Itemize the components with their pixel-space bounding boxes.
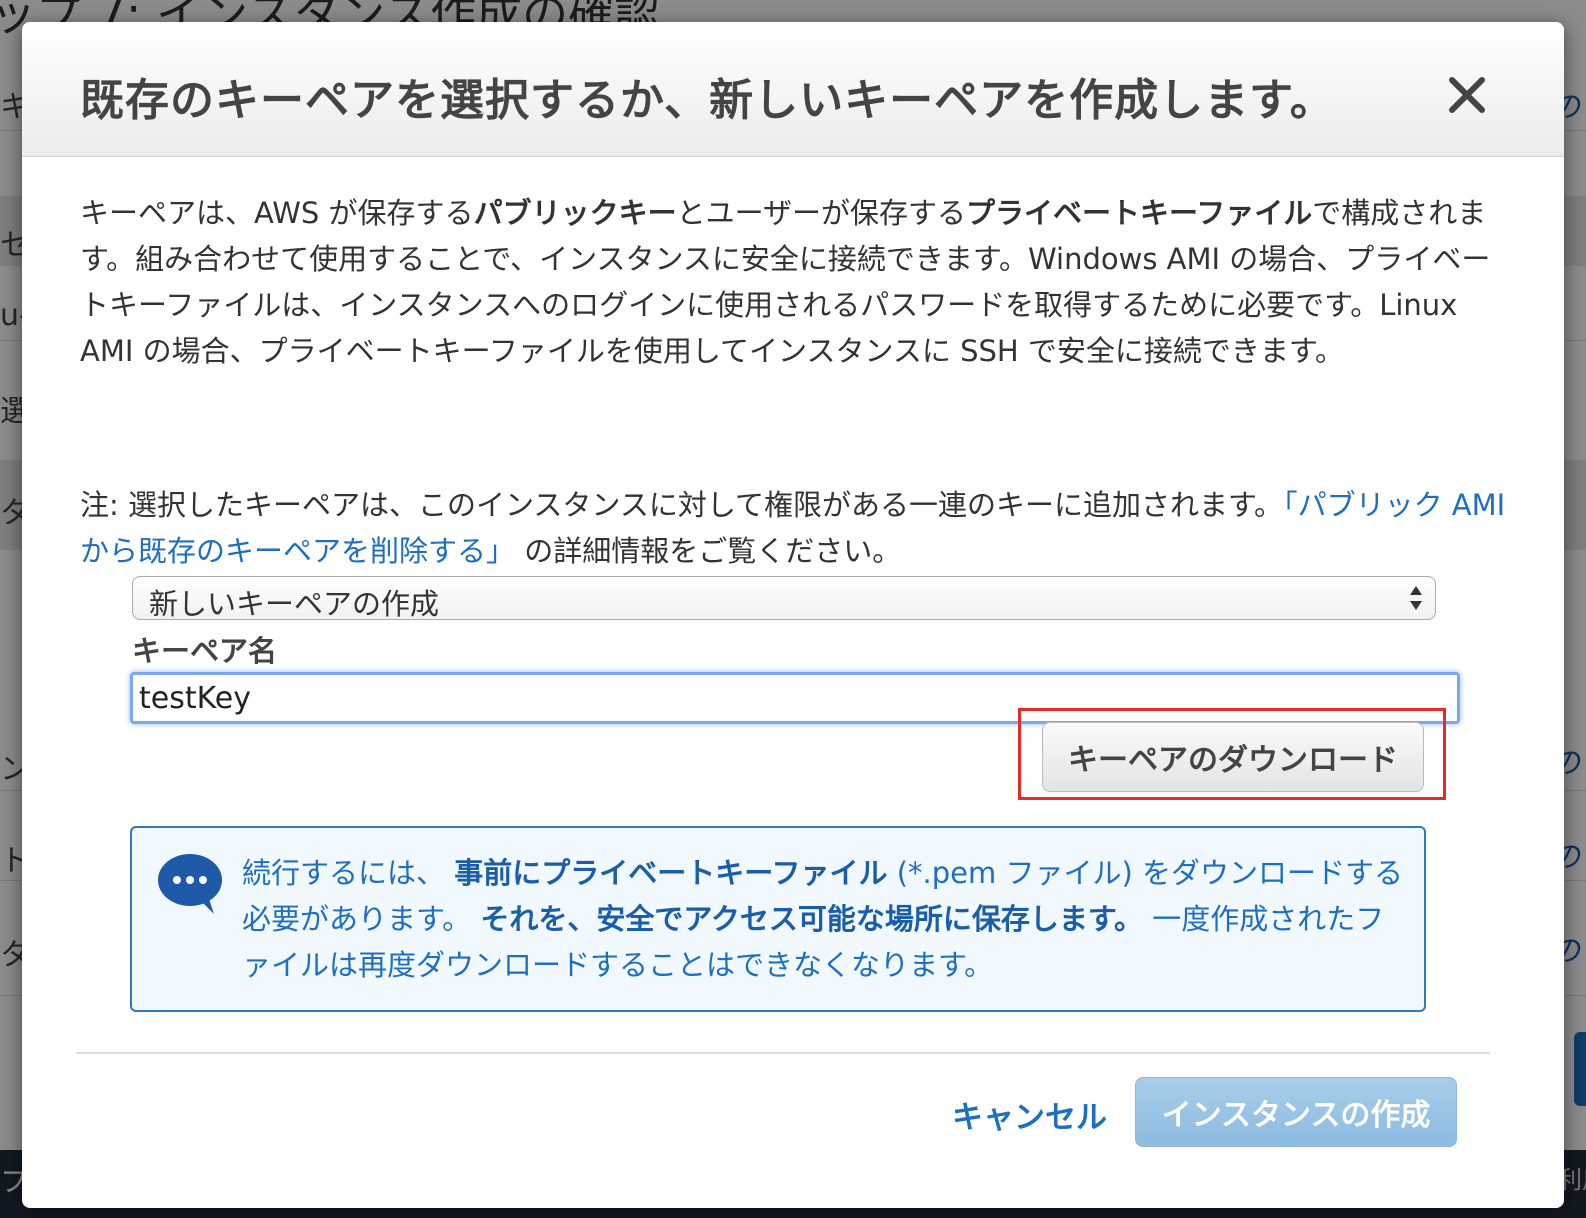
description-bold-text: プライベートキーファイル [966,196,1313,230]
footer-divider [76,1052,1490,1054]
select-arrows-icon [1410,586,1422,610]
note-text: 注: 選択したキーペアは、このインスタンスに対して権限がある一連のキーに追加され… [80,488,1284,522]
dialog-header: 既存のキーペアを選択するか、新しいキーペアを作成します。 [22,22,1564,157]
select-value: 新しいキーペアの作成 [149,587,440,621]
info-bold-text: 事前にプライベートキーファイル [454,856,888,890]
description-text: とユーザーが保存する [676,196,966,230]
key-pair-description: キーペアは、AWS が保存するパブリックキーとユーザーが保存するプライベートキー… [80,190,1510,374]
key-pair-dialog: 既存のキーペアを選択するか、新しいキーペアを作成します。 キーペアは、AWS が… [22,22,1564,1208]
key-pair-name-label: キーペア名 [132,634,278,668]
chat-bubble-icon [158,854,222,914]
note-text: の詳細情報をご覧ください。 [515,534,902,568]
info-text: 続行するには、 [242,856,455,890]
close-icon[interactable] [1442,70,1492,120]
key-pair-note: 注: 選択したキーペアは、このインスタンスに対して権限がある一連のキーに追加され… [80,482,1510,574]
dialog-title: 既存のキーペアを選択するか、新しいキーペアを作成します。 [80,75,1335,126]
info-bold-text: それを、安全でアクセス可能な場所に保存します。 [480,902,1143,936]
info-message-text: 続行するには、 事前にプライベートキーファイル (*.pem ファイル) をダウ… [242,850,1412,988]
description-bold-text: パブリックキー [473,196,677,230]
create-instance-button[interactable]: インスタンスの作成 [1135,1077,1457,1147]
cancel-button[interactable]: キャンセル [952,1092,1107,1137]
description-text: キーペアは、AWS が保存する [80,196,474,230]
highlight-annotation [1018,708,1446,800]
info-message-box: 続行するには、 事前にプライベートキーファイル (*.pem ファイル) をダウ… [130,826,1426,1012]
key-pair-option-select[interactable]: 新しいキーペアの作成 [132,576,1436,621]
